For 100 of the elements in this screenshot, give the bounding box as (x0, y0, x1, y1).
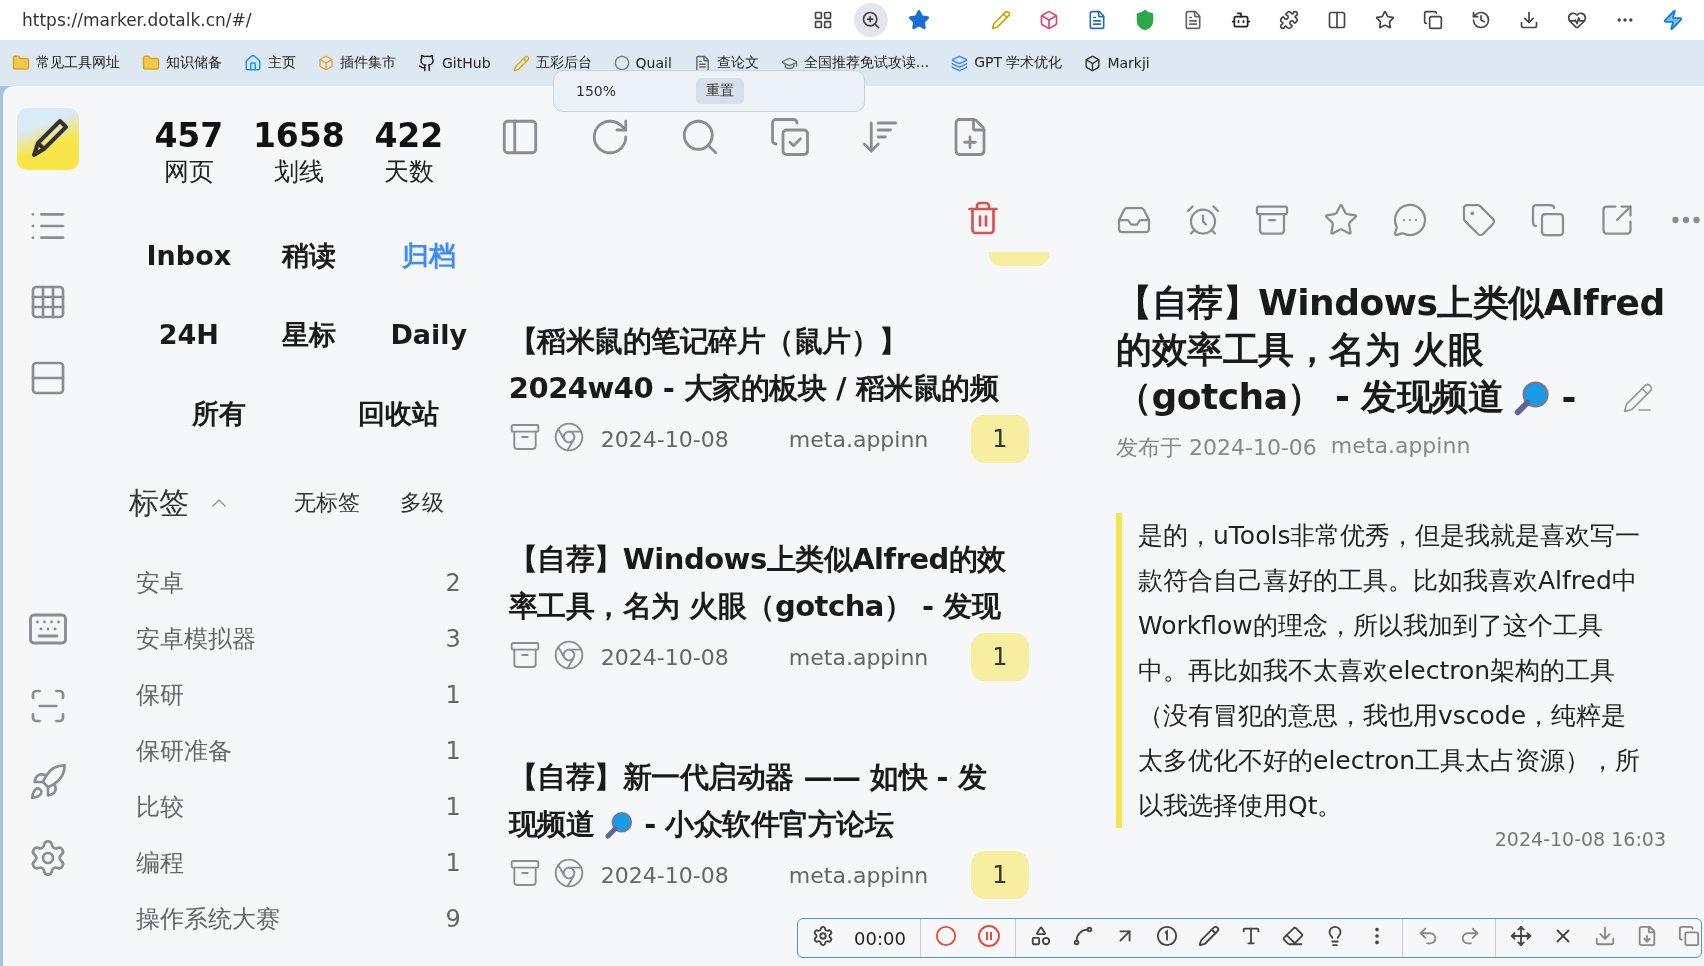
tag-count: 1 (445, 737, 461, 765)
stat-label: 划线 (273, 156, 324, 188)
article-title-line[interactable]: 【自荐】Windows上类似Alfred的效 (508, 539, 1006, 580)
view-tab[interactable]: Daily (390, 319, 468, 350)
highlight-text: 是的，uTools非常优秀，但是我就是喜欢写一款符合自己喜好的工具。比如我喜欢Alfred中Workflow的理念，所以我加到了这个工具中。再比如我不太喜欢electron架构的工具（没有冒犯的意思，我也用vscode，纯粹是太多优化不好的electron工具太占资源），所以我选择使用Qt。 (1138, 520, 1642, 822)
article-title-line[interactable]: - 小众软件官方论坛 (644, 804, 894, 845)
logo-icon (17, 108, 80, 170)
bookmark[interactable]: Markji (1084, 54, 1150, 72)
article-title-line[interactable]: 【稻米鼠的笔记碎片（鼠片）】 (508, 321, 908, 362)
zoom-button[interactable] (854, 3, 888, 37)
view-tab[interactable]: Inbox (146, 240, 232, 271)
tag-filter-link[interactable]: 多级 (399, 488, 444, 518)
source-domain: meta.appinn (1330, 433, 1471, 460)
shield-icon[interactable] (1134, 9, 1156, 31)
count-badge-edge (988, 252, 1049, 266)
heart-icon[interactable] (1567, 10, 1587, 30)
view-tab[interactable]: 稍读 (281, 237, 336, 274)
highlight-time: 2024-10-08 16:03 (1494, 828, 1666, 850)
tag-name[interactable]: 比较 (135, 791, 184, 823)
detail-title-line: - (1561, 377, 1576, 418)
split-screen-icon[interactable] (1327, 10, 1347, 30)
tag-name[interactable]: 保研 (135, 679, 184, 711)
tag-filter-link[interactable]: 无标签 (293, 488, 360, 518)
edit-icon[interactable] (1622, 381, 1654, 414)
stat-value: 457 (154, 116, 224, 155)
detail-title-line: 【自荐】Windows上类似Alfred (1116, 281, 1665, 325)
cube-icon[interactable] (1039, 10, 1059, 30)
folder-icon (12, 54, 30, 72)
layers-icon (951, 54, 969, 72)
bookmark[interactable]: Quail (613, 55, 672, 71)
lightning-icon[interactable] (1662, 9, 1684, 31)
article-title-line[interactable]: 2024w40 - 大家的板块 / 稻米鼠的频 (508, 368, 999, 409)
magnifier-icon (604, 809, 635, 840)
zoom-level: 150% (576, 83, 617, 99)
record-timer: 00:00 (854, 927, 906, 949)
github-icon (418, 54, 436, 72)
detail-title-line: （gotcha） - 发现频道 (1116, 375, 1504, 419)
home-icon (244, 54, 262, 72)
bookmark[interactable]: 五彩后台 (512, 54, 592, 72)
history-icon[interactable] (1471, 10, 1491, 30)
collections-icon[interactable] (1423, 10, 1443, 30)
cube-icon (318, 55, 334, 71)
folder-icon (142, 54, 160, 72)
apps-icon[interactable] (813, 10, 833, 30)
view-tab[interactable]: 星标 (281, 316, 336, 353)
view-tab[interactable]: 24H (158, 319, 219, 350)
highlight-count: 1 (970, 851, 1029, 899)
tag-name[interactable]: 操作系统大赛 (135, 903, 280, 935)
detail-title-line: 的效率工具，名为 火眼 (1116, 328, 1484, 372)
view-tab[interactable]: 回收站 (358, 395, 440, 432)
article-title-line[interactable]: 【自荐】新一代启动器 —— 如快 - 发 (508, 757, 987, 798)
magnifier-icon (1513, 378, 1552, 417)
tag-count: 1 (445, 849, 461, 877)
tag-count: 3 (445, 625, 461, 653)
tag-count: 9 (445, 905, 461, 933)
pencil-icon (512, 54, 530, 72)
tag-name[interactable]: 保研准备 (135, 735, 232, 767)
article-domain: meta.appinn (788, 644, 929, 670)
article-date: 2024-10-08 (600, 426, 730, 452)
bookmark[interactable]: GPT 学术优化 (951, 54, 1063, 72)
circle-icon (613, 55, 630, 71)
tag-name[interactable]: 安卓 (135, 567, 184, 599)
zoom-in-icon[interactable] (861, 10, 881, 30)
rocket-icon[interactable] (28, 762, 69, 802)
tag-count: 1 (445, 681, 461, 709)
bookmark[interactable]: 查论文 (693, 54, 759, 72)
document-icon[interactable] (1087, 10, 1107, 30)
reset-button[interactable]: 重置 (696, 78, 745, 104)
tag-name[interactable]: 编程 (135, 847, 184, 879)
article-domain: meta.appinn (788, 426, 929, 452)
highlight-count: 1 (970, 633, 1029, 681)
download-icon[interactable] (1519, 10, 1539, 30)
document-icon (693, 54, 711, 72)
bookmark[interactable]: 知识储备 (142, 54, 222, 72)
view-tab[interactable]: 所有 (191, 395, 246, 432)
bookmark[interactable]: 常见工具网址 (12, 54, 120, 72)
tags-title: 标签 (128, 483, 189, 522)
highlight-count: 1 (970, 415, 1029, 463)
article-date: 2024-10-08 (600, 862, 730, 888)
article-date: 2024-10-08 (600, 644, 730, 670)
article-title-line[interactable]: 现频道 (508, 804, 595, 845)
bookmark[interactable]: 全国推荐免试攻读... (780, 54, 930, 72)
bookmark[interactable]: 主页 (244, 54, 296, 72)
robot-icon[interactable] (1231, 10, 1251, 30)
bookmark[interactable]: 插件集市 (318, 54, 396, 72)
bookmark[interactable]: GitHub (418, 54, 491, 72)
favorites-icon[interactable] (1375, 10, 1395, 30)
stat-value: 422 (374, 116, 444, 155)
stat-label: 网页 (163, 156, 214, 188)
puzzle-icon[interactable] (1279, 10, 1299, 30)
stat-value: 1658 (252, 116, 345, 155)
article-title-line[interactable]: 率工具，名为 火眼（gotcha） - 发现 (508, 586, 1001, 627)
article-domain: meta.appinn (788, 862, 929, 888)
tag-count: 1 (445, 793, 461, 821)
stat-label: 天数 (383, 156, 434, 188)
star-icon[interactable] (908, 9, 930, 31)
document-icon[interactable] (1183, 10, 1203, 30)
tag-count: 2 (445, 569, 461, 597)
publish-date: 发布于 2024-10-06 (1116, 434, 1317, 462)
tag-name[interactable]: 安卓模拟器 (135, 623, 256, 655)
